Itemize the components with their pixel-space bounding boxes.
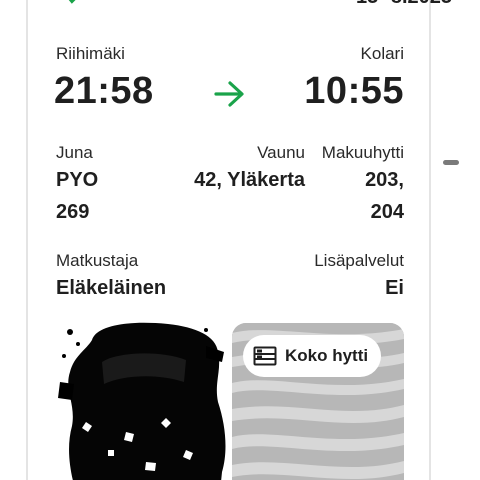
- extras-label: Lisäpalvelut: [314, 251, 404, 270]
- car-label: Vaunu: [257, 143, 305, 162]
- whole-cabin-label: Koko hytti: [285, 346, 369, 365]
- whole-cabin-badge: Koko hytti: [243, 335, 382, 377]
- train-value-line1: PYO: [56, 169, 99, 191]
- cabin-value-line2: 204: [370, 201, 404, 223]
- car-value: 42, Yläkerta: [194, 169, 305, 191]
- cabin-value-line1: 203,: [365, 169, 404, 191]
- travel-date: 13 •8.2023: [356, 0, 452, 9]
- extras-value: Ei: [385, 277, 404, 299]
- train-value-line2: 269: [56, 201, 90, 223]
- traveller-value: Eläkeläinen: [56, 277, 167, 299]
- bed-icon: [253, 346, 277, 366]
- traveller-label: Matkustaja: [56, 251, 139, 270]
- redacted-photo: [56, 322, 228, 480]
- departure-time: 21:58: [54, 70, 154, 112]
- destination-station: Kolari: [360, 44, 404, 63]
- scroll-handle[interactable]: [443, 160, 459, 165]
- cabin-label: Makuuhytti: [321, 143, 404, 162]
- cabin-type-panel: Koko hytti: [232, 323, 404, 480]
- check-logo-icon: [68, 0, 76, 4]
- ticket-screen: 13 •8.2023 Riihimäki Kolari 21:58 10:55 …: [0, 0, 480, 480]
- train-label: Juna: [56, 143, 93, 162]
- origin-station: Riihimäki: [56, 44, 125, 63]
- arrow-right-icon: [214, 81, 244, 107]
- arrival-time: 10:55: [304, 70, 404, 112]
